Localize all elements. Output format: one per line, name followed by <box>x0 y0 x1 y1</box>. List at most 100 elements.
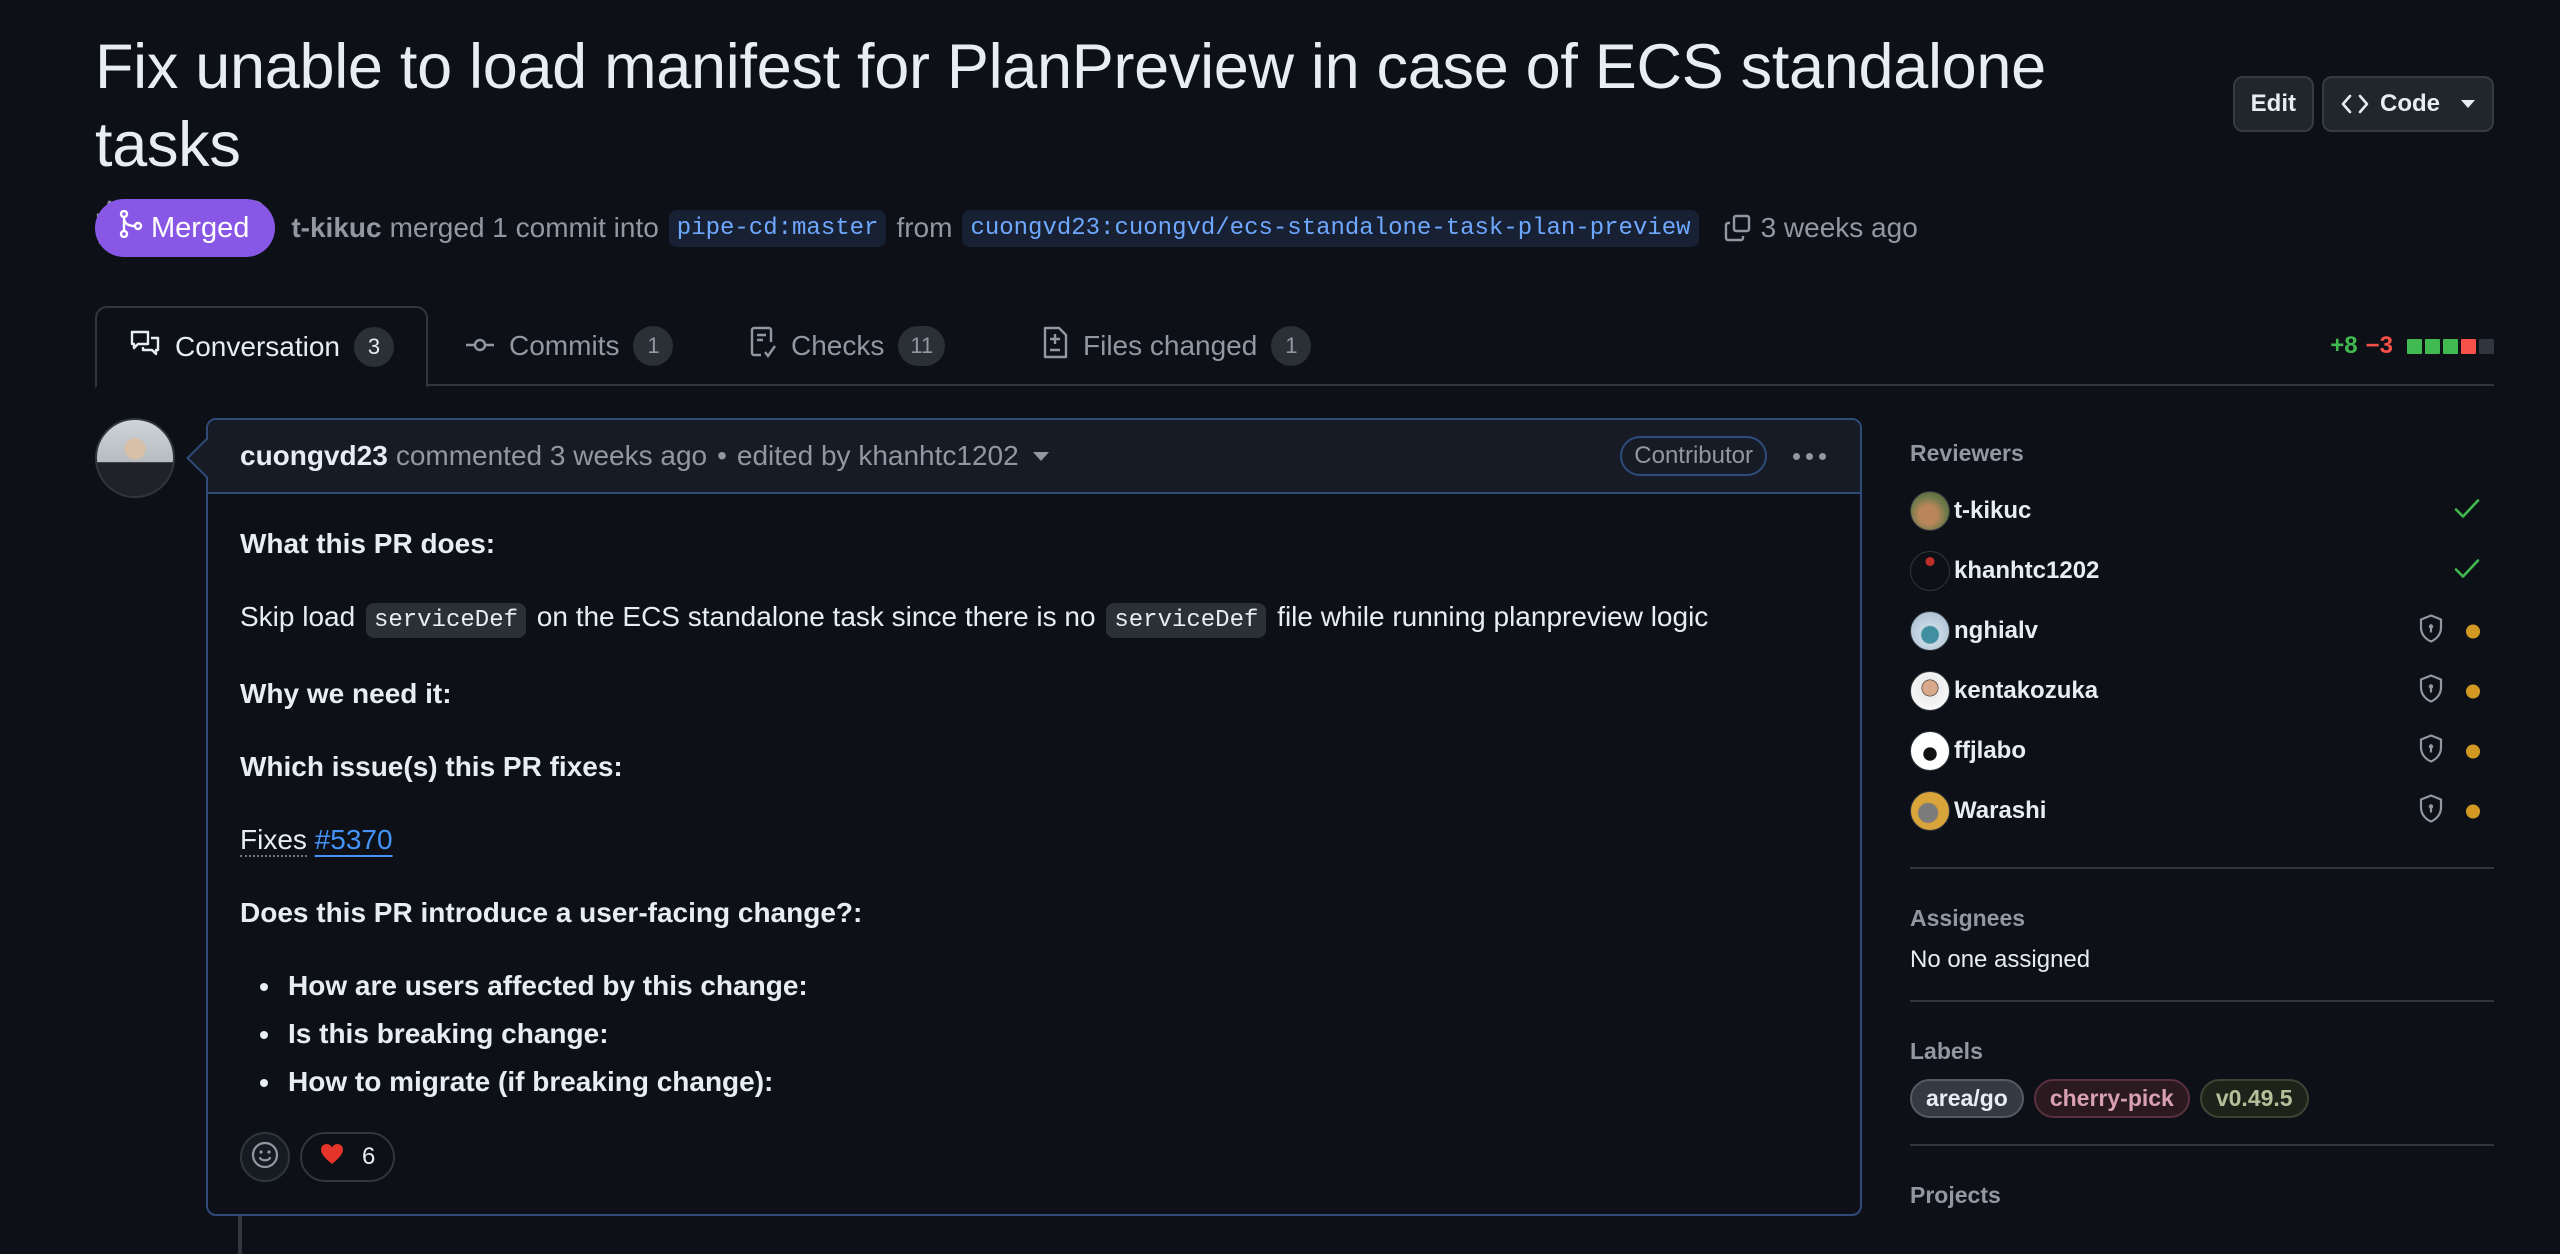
merger-username[interactable]: t-kikuc <box>291 212 381 244</box>
section-heading: Which issue(s) this PR fixes: <box>240 751 623 782</box>
edit-button[interactable]: Edit <box>2232 76 2314 132</box>
text: on the ECS standalone task since there i… <box>536 601 1096 632</box>
heart-reaction-button[interactable]: 6 <box>300 1132 396 1182</box>
code-button-label: Code <box>2380 90 2440 117</box>
shield-lock-icon[interactable] <box>2418 614 2444 649</box>
edited-by[interactable]: edited by khanhtc1202 <box>737 440 1019 472</box>
pending-review-dot-icon <box>2466 624 2480 638</box>
comment-action: commented 3 weeks ago <box>395 440 708 471</box>
pending-review-dot-icon <box>2466 804 2480 818</box>
reviewer-status <box>2418 794 2480 829</box>
assignees-heading[interactable]: Assignees <box>1910 905 2494 932</box>
reactions-bar: 6 <box>240 1132 396 1182</box>
divider <box>1910 867 2494 869</box>
reviewer-avatar[interactable] <box>1910 551 1950 591</box>
assignees-value: No one assigned <box>1910 946 2091 973</box>
code-icon <box>2340 93 2370 115</box>
label-cherry-pick[interactable]: cherry-pick <box>2033 1079 2190 1118</box>
reviewer-avatar[interactable] <box>1910 731 1950 771</box>
reviewers-list: t-kikuc khanhtc1202 nghialv kentakozuka ffjl… <box>1910 481 2494 841</box>
file-diff-icon <box>1041 326 1069 367</box>
from-text: from <box>896 212 953 243</box>
reviewer-row: nghialv <box>1910 601 2494 661</box>
copy-icon[interactable] <box>1723 213 1753 243</box>
section-heading: Does this PR introduce a user-facing cha… <box>240 897 863 928</box>
tab-conversation[interactable]: Conversation 3 <box>95 306 428 388</box>
question-list: How are users affected by this change: I… <box>240 962 1828 1106</box>
merge-action-text: merged 1 commit into <box>389 212 659 243</box>
diffstat-blocks <box>2407 338 2494 354</box>
labels-heading[interactable]: Labels <box>1910 1038 2494 1065</box>
list-item: Is this breaking change: <box>240 1010 1828 1058</box>
inline-code: serviceDef <box>1106 603 1267 638</box>
description-paragraph: Skip load serviceDef on the ECS standalo… <box>240 597 1828 641</box>
pr-title-text: Fix unable to load manifest for PlanPrev… <box>95 32 2046 180</box>
tab-files-changed[interactable]: Files changed 1 <box>1009 306 1343 386</box>
comment-author[interactable]: cuongvd23 <box>240 440 388 472</box>
add-reaction-button[interactable] <box>240 1132 290 1182</box>
shield-lock-icon[interactable] <box>2418 674 2444 709</box>
reviewer-row: t-kikuc <box>1910 481 2494 541</box>
reviewer-row: Warashi <box>1910 781 2494 841</box>
comment-separator: • <box>717 440 727 471</box>
edit-history-caret-icon[interactable] <box>1032 451 1049 461</box>
inline-code: serviceDef <box>365 603 526 638</box>
merged-state-label: Merged <box>151 211 250 244</box>
label-v0-49-5[interactable]: v0.49.5 <box>2199 1079 2309 1118</box>
kebab-horizontal-icon[interactable] <box>1789 447 1830 466</box>
reviewer-status <box>2418 734 2480 769</box>
base-branch[interactable]: pipe-cd:master <box>668 209 887 247</box>
triangle-down-icon <box>2460 99 2476 109</box>
tab-checks-label: Checks <box>791 330 885 361</box>
heart-icon <box>320 1143 344 1172</box>
reviewer-avatar[interactable] <box>1910 491 1950 531</box>
divider <box>1910 1144 2494 1146</box>
comment-author-avatar[interactable] <box>95 418 175 498</box>
projects-heading[interactable]: Projects <box>1910 1182 2494 1209</box>
label-area-go[interactable]: area/go <box>1910 1079 2024 1118</box>
timeline-line <box>238 1216 242 1254</box>
pr-description-comment: cuongvd23 commented 3 weeks ago • edited… <box>186 418 1862 1216</box>
tab-checks[interactable]: Checks 11 <box>717 306 977 386</box>
reviewer-name[interactable]: nghialv <box>1954 617 2038 645</box>
code-button[interactable]: Code <box>2322 76 2494 132</box>
reviewer-status <box>2454 498 2480 525</box>
comment-body: What this PR does: Skip load serviceDef … <box>208 494 1860 1106</box>
reviewer-status <box>2418 614 2480 649</box>
reviewer-avatar[interactable] <box>1910 671 1950 711</box>
tab-commits-count: 1 <box>633 326 674 366</box>
fixes-keyword: Fixes <box>240 824 307 857</box>
tab-conversation-count: 3 <box>353 327 394 367</box>
header-actions: Edit Code <box>2232 76 2494 132</box>
tab-commits[interactable]: Commits 1 <box>433 306 705 386</box>
pending-review-dot-icon <box>2466 744 2480 758</box>
reviewer-avatar[interactable] <box>1910 611 1950 651</box>
diff-deletions: −3 <box>2365 332 2393 359</box>
list-item: How are users affected by this change: <box>240 962 1828 1010</box>
shield-lock-icon[interactable] <box>2418 734 2444 769</box>
reviewer-name[interactable]: ffjlabo <box>1954 737 2026 765</box>
reviewer-status <box>2418 674 2480 709</box>
reviewer-name[interactable]: kentakozuka <box>1954 677 2098 705</box>
git-merge-icon <box>119 209 143 246</box>
reviewer-row: khanhtc1202 <box>1910 541 2494 601</box>
reviewer-row: ffjlabo <box>1910 721 2494 781</box>
diffstat-block-add <box>2443 338 2458 354</box>
head-branch[interactable]: cuongvd23:cuongvd/ecs-standalone-task-pl… <box>962 209 1699 247</box>
pull-request-page: Fix unable to load manifest for PlanPrev… <box>0 0 2560 1254</box>
reviewers-heading[interactable]: Reviewers <box>1910 440 2494 467</box>
diff-additions: +8 <box>2330 332 2358 359</box>
divider <box>1910 1000 2494 1002</box>
diffstat-block-del <box>2461 338 2476 354</box>
reviewer-name[interactable]: Warashi <box>1954 797 2046 825</box>
issue-link[interactable]: #5370 <box>315 824 393 855</box>
fixes-paragraph: Fixes #5370 <box>240 820 1828 860</box>
diffstat-block-add <box>2407 338 2422 354</box>
tab-commits-label: Commits <box>509 330 620 361</box>
tab-conversation-label: Conversation <box>175 331 340 362</box>
reviewer-avatar[interactable] <box>1910 791 1950 831</box>
reviewer-name[interactable]: t-kikuc <box>1954 497 2031 525</box>
reviewer-name[interactable]: khanhtc1202 <box>1954 557 2099 585</box>
reviewer-row: kentakozuka <box>1910 661 2494 721</box>
shield-lock-icon[interactable] <box>2418 794 2444 829</box>
